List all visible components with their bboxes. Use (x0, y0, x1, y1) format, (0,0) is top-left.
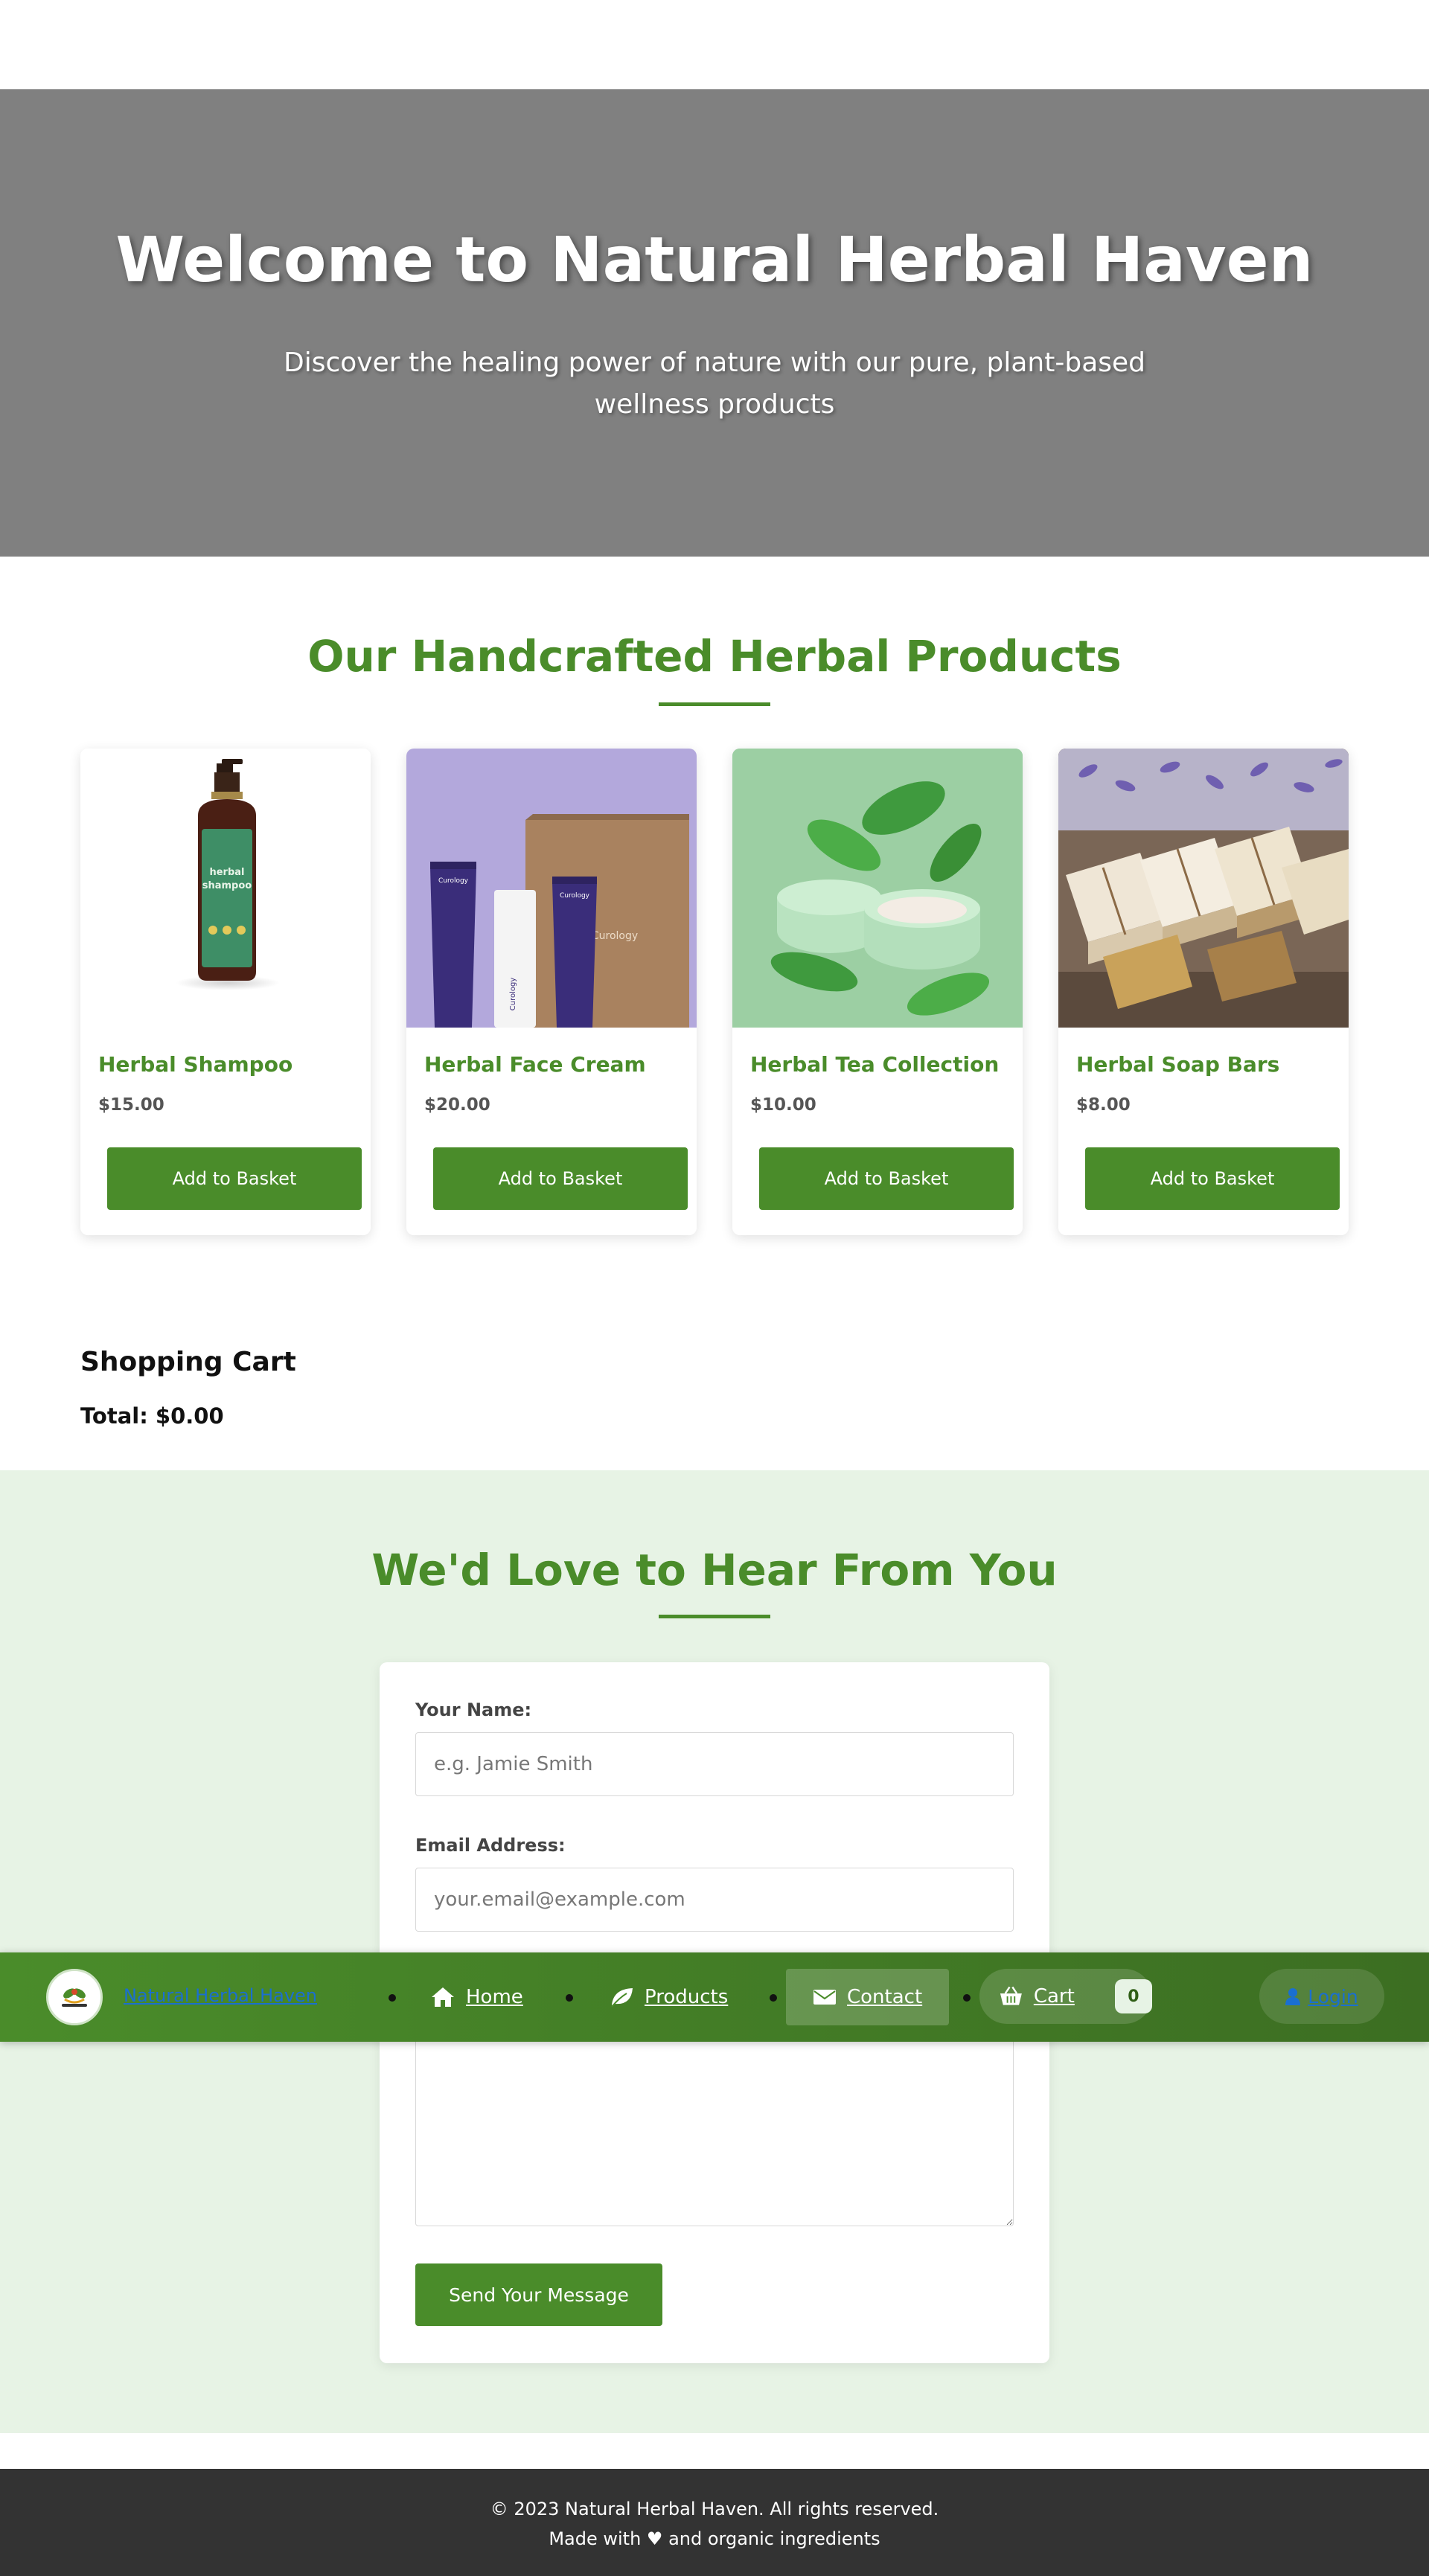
product-name: Herbal Face Cream (424, 1052, 646, 1077)
brand-link[interactable]: Natural Herbal Haven (124, 1985, 317, 2006)
svg-text:Curology: Curology (560, 892, 590, 900)
cart-title: Shopping Cart (80, 1347, 296, 1377)
product-price: $8.00 (1076, 1095, 1131, 1115)
name-input[interactable] (415, 1732, 1014, 1796)
nav-products-label: Products (645, 1986, 729, 2008)
product-price: $15.00 (98, 1095, 164, 1115)
product-name: Herbal Tea Collection (750, 1052, 1000, 1077)
face-cream-image: Curology Curology Curology Curology (406, 749, 697, 1028)
add-to-basket-button[interactable]: Add to Basket (107, 1147, 362, 1210)
hero-section: Welcome to Natural Herbal Haven Discover… (0, 89, 1429, 557)
nav-contact[interactable]: Contact (786, 1969, 950, 2025)
svg-text:herbal: herbal (209, 867, 244, 878)
products-heading: Our Handcrafted Herbal Products (307, 631, 1122, 682)
cream-jar-leaves-image (732, 749, 1023, 1028)
product-name: Herbal Soap Bars (1076, 1052, 1280, 1077)
add-to-basket-button[interactable]: Add to Basket (1085, 1147, 1340, 1210)
soap-bars-lavender-image (1058, 749, 1349, 1028)
basket-icon (1000, 1986, 1022, 2005)
add-to-basket-button[interactable]: Add to Basket (759, 1147, 1014, 1210)
user-icon (1285, 1988, 1301, 2005)
logo-icon[interactable] (46, 1969, 103, 2025)
email-label: Email Address: (415, 1835, 566, 1856)
product-price: $10.00 (750, 1095, 816, 1115)
product-price: $20.00 (424, 1095, 490, 1115)
leaf-icon (611, 1988, 633, 2008)
hero-subtitle: Discover the healing power of nature wit… (283, 347, 1146, 420)
message-textarea[interactable] (415, 2013, 1014, 2226)
nav-bullet (963, 1994, 971, 2002)
product-name: Herbal Shampoo (98, 1052, 293, 1077)
svg-text:Curology: Curology (592, 930, 638, 942)
nav-bullet (389, 1994, 396, 2002)
nav-bullet (566, 1994, 573, 2002)
footer-copyright: © 2023 Natural Herbal Haven. All rights … (490, 2499, 939, 2519)
svg-text:Curology: Curology (509, 978, 517, 1011)
svg-text:Curology: Curology (438, 877, 469, 885)
email-input[interactable] (415, 1868, 1014, 1932)
product-card-shampoo: herbal shampoo Herbal Shampoo $15.00 Add… (80, 749, 371, 1235)
nav-cart-label: Cart (1033, 1985, 1075, 2008)
product-card-soap-bars: Herbal Soap Bars $8.00 Add to Basket (1058, 749, 1349, 1235)
contact-heading: We'd Love to Hear From You (371, 1545, 1058, 1595)
cart-total: Total: $0.00 (80, 1403, 224, 1429)
nav-home-label: Home (466, 1986, 523, 2008)
footer-tagline: Made with ♥ and organic ingredients (549, 2528, 880, 2549)
envelope-icon (813, 1990, 836, 2005)
nav-cart[interactable]: Cart 0 (979, 1969, 1152, 2024)
products-heading-underline (659, 702, 770, 706)
svg-text:shampoo: shampoo (202, 880, 252, 891)
home-icon (432, 1987, 454, 2007)
nav-contact-label: Contact (847, 1986, 923, 2008)
add-to-basket-button[interactable]: Add to Basket (433, 1147, 688, 1210)
product-card-face-cream: Curology Curology Curology Curology Herb… (406, 749, 697, 1235)
site-footer: © 2023 Natural Herbal Haven. All rights … (0, 2469, 1429, 2576)
hero-title: Welcome to Natural Herbal Haven (115, 223, 1314, 296)
name-label: Your Name: (415, 1699, 532, 1720)
cart-count-badge: 0 (1114, 1979, 1152, 2013)
shampoo-bottle-image: herbal shampoo (80, 749, 371, 1028)
login-button[interactable]: Login (1259, 1969, 1384, 2024)
nav-bullet (770, 1994, 777, 2002)
login-label: Login (1308, 1985, 1358, 2008)
main-navbar: Natural Herbal Haven Home Products Conta… (0, 1952, 1429, 2042)
contact-heading-underline (659, 1615, 770, 1618)
nav-home[interactable]: Home (430, 1969, 523, 2025)
nav-products[interactable]: Products (609, 1969, 728, 2025)
product-card-tea-collection: Herbal Tea Collection $10.00 Add to Bask… (732, 749, 1023, 1235)
send-message-button[interactable]: Send Your Message (415, 2263, 662, 2326)
